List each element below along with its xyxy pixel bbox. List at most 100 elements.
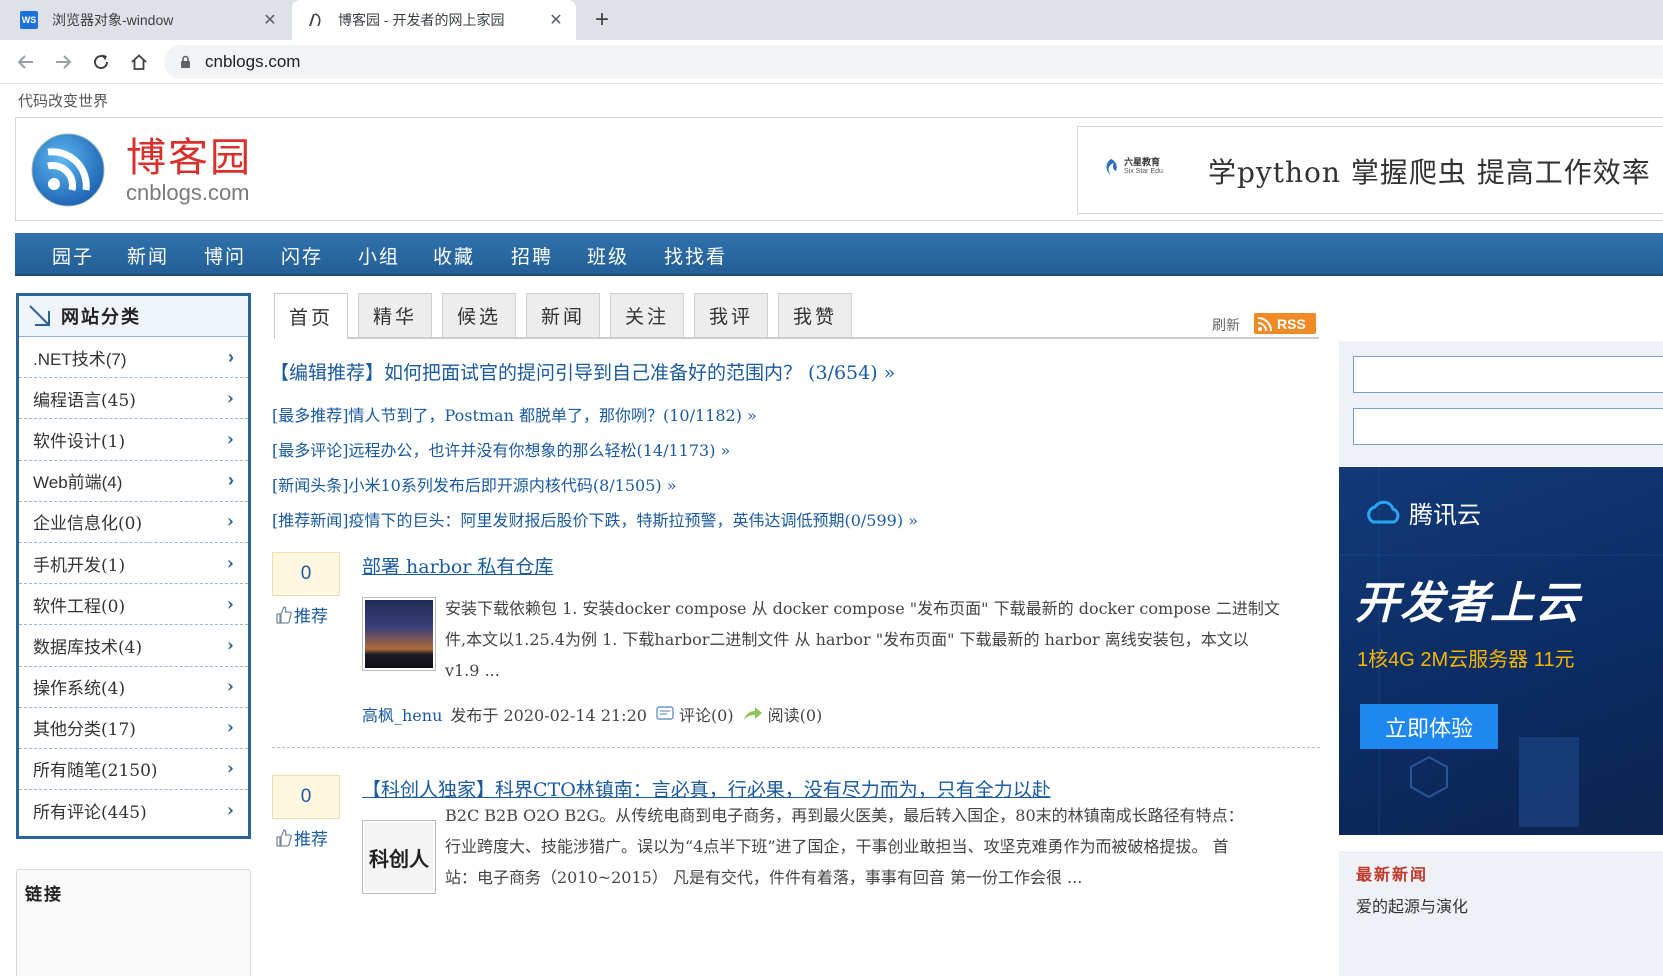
back-arrow-icon[interactable]	[13, 49, 39, 75]
reload-icon[interactable]	[88, 49, 114, 75]
post-summary: B2C B2B O2O B2G。从传统电商到电子商务，再到最火医美，最后转入国企…	[445, 806, 1244, 887]
chevron-right-icon: ›	[226, 428, 234, 450]
rss-button[interactable]: RSS	[1254, 313, 1316, 334]
author-avatar[interactable]: 科创人	[362, 820, 436, 894]
lock-icon	[181, 55, 190, 68]
browser-toolbar: cnblogs.com	[0, 40, 1663, 84]
main-nav: 园子 新闻 博问 闪存 小组 收藏 招聘 班级 找找看	[15, 233, 1663, 276]
chevron-right-icon: ›	[226, 552, 234, 574]
nav-groups[interactable]: 小组	[358, 242, 400, 269]
url-text: cnblogs.com	[205, 52, 301, 71]
browser-tab-bar: WS 浏览器对象-window ✕ 博客园 - 开发者的网上家园 ✕ +	[0, 0, 1663, 40]
nav-search[interactable]: 找找看	[664, 242, 727, 269]
category-item[interactable]: 所有随笔(2150) ›	[19, 749, 248, 791]
site-header: 博客园 cnblogs.com 六星教育 Six Star Edu 学pytho…	[15, 117, 1663, 221]
browser-tab-cnblogs[interactable]: 博客园 - 开发者的网上家园 ✕	[292, 0, 576, 40]
close-tab-icon[interactable]: ✕	[258, 10, 282, 30]
recommendation-link[interactable]: [新闻头条]小米10系列发布后即开源内核代码(8/1505) »	[272, 472, 677, 496]
close-tab-icon[interactable]: ✕	[544, 10, 568, 30]
category-title: 网站分类	[61, 307, 141, 328]
nav-flash[interactable]: 闪存	[281, 242, 323, 269]
post-author-link[interactable]: 高枫_henu	[362, 702, 442, 726]
comment-icon	[656, 706, 674, 720]
category-item[interactable]: 操作系统(4) ›	[19, 667, 248, 708]
author-avatar[interactable]	[362, 597, 436, 671]
post-comments-link[interactable]: 评论(0)	[679, 702, 734, 726]
cloud-icon	[1367, 500, 1400, 523]
address-bar[interactable]: cnblogs.com	[164, 45, 1663, 79]
post-summary: 安装下载依赖包 1. 安装docker compose 从 docker com…	[445, 599, 1280, 680]
ad-slogan: 开发者上云	[1355, 579, 1580, 628]
logo-english: cnblogs.com	[126, 180, 250, 205]
digg-count[interactable]: 0	[272, 775, 340, 819]
category-header: 网站分类	[19, 296, 248, 337]
latest-news-title: 最新新闻	[1356, 865, 1429, 884]
links-title: 链接	[25, 885, 63, 905]
tab-my-comments[interactable]: 我评	[694, 293, 768, 337]
recommend-button[interactable]: 推荐	[274, 825, 328, 850]
tab-featured[interactable]: 精华	[358, 293, 432, 337]
chevron-right-icon: ›	[226, 387, 234, 409]
category-item[interactable]: 企业信息化(0) ›	[19, 502, 248, 543]
digg-count[interactable]: 0	[272, 552, 340, 596]
site-slogan: 代码改变世界	[18, 92, 109, 110]
content-tabs: 首页 精华 候选 新闻 关注 我评 我赞	[274, 293, 1319, 340]
tab-following[interactable]: 关注	[610, 293, 684, 337]
recommendation-link[interactable]: [最多评论]远程办公，也许并没有你想象的那么轻松(14/1173) »	[272, 437, 730, 461]
chevron-right-icon: ›	[228, 470, 234, 491]
banner-brand: 六星教育 Six Star Edu	[1102, 157, 1163, 177]
nav-classes[interactable]: 班级	[587, 242, 629, 269]
recommend-button[interactable]: 推荐	[274, 602, 328, 627]
refresh-link[interactable]: 刷新	[1212, 315, 1240, 335]
category-item[interactable]: .NET技术(7) ›	[19, 337, 248, 379]
ad-spec: 1核4G 2M云服务器 11元	[1357, 649, 1575, 671]
web-page: 代码改变世界 博客园 cnblogs.com 六星教育 Six Star Edu	[0, 85, 1663, 976]
category-sidebar: 网站分类 .NET技术(7) › 编程语言(45) › 软件设计(1) › Web前端…	[16, 293, 251, 839]
rss-icon	[1257, 316, 1272, 331]
post-title-link[interactable]: 【科创人独家】科界CTO林镇南：言必真，行必果，没有尽力而为，只有全力以赴	[362, 775, 1051, 802]
thumb-up-icon	[276, 605, 292, 624]
home-icon[interactable]	[126, 49, 152, 75]
tab-home[interactable]: 首页	[274, 293, 348, 340]
browser-tab-window[interactable]: WS 浏览器对象-window ✕	[0, 0, 290, 40]
chevron-right-icon: ›	[226, 634, 234, 656]
nav-favorites[interactable]: 收藏	[433, 242, 475, 269]
nav-news[interactable]: 新闻	[127, 242, 169, 269]
tab-news[interactable]: 新闻	[526, 293, 600, 337]
tencent-cloud-logo: 腾讯云	[1363, 495, 1481, 530]
recommendation-link[interactable]: [最多推荐]情人节到了，Postman 都脱单了，那你咧？(10/1182) »	[272, 402, 757, 426]
new-tab-plus-icon[interactable]: +	[588, 6, 616, 34]
category-item[interactable]: 其他分类(17) ›	[19, 708, 248, 749]
category-item[interactable]: 软件工程(0) ›	[19, 584, 248, 626]
rss-logo-icon	[31, 133, 105, 207]
tab-my-likes[interactable]: 我赞	[778, 293, 852, 337]
site-logo[interactable]: 博客园 cnblogs.com	[30, 130, 260, 210]
forward-arrow-icon[interactable]	[50, 49, 76, 75]
tab-candidates[interactable]: 候选	[442, 293, 516, 337]
right-input-2[interactable]	[1353, 408, 1663, 445]
try-now-button[interactable]: 立即体验	[1360, 704, 1498, 749]
latest-news-panel: 最新新闻 爱的起源与演化	[1339, 851, 1663, 976]
right-input-1[interactable]	[1353, 356, 1663, 393]
header-ad-banner[interactable]: 六星教育 Six Star Edu 学python 掌握爬虫 提高工作效率	[1077, 126, 1663, 214]
tab-title: 博客园 - 开发者的网上家园	[338, 12, 505, 28]
category-item[interactable]: 软件设计(1) ›	[19, 419, 248, 461]
recommendation-link[interactable]: [推荐新闻]疫情下的巨头：阿里发财报后股价下跌，特斯拉预警，英伟达调低预期(0/…	[272, 507, 918, 531]
tencent-cloud-ad[interactable]: 腾讯云 开发者上云 1核4G 2M云服务器 11元 立即体验	[1339, 467, 1663, 835]
nav-jobs[interactable]: 招聘	[511, 242, 553, 269]
nav-yuanzi[interactable]: 园子	[52, 242, 94, 269]
post-title-link[interactable]: 部署 harbor 私有仓库	[362, 552, 553, 579]
nav-q-and-a[interactable]: 博问	[204, 242, 246, 269]
category-item[interactable]: 所有评论(445) ›	[19, 790, 248, 831]
post-reads-link[interactable]: 阅读(0)	[768, 702, 823, 726]
chevron-right-icon: ›	[226, 800, 234, 822]
ws-icon: WS	[20, 11, 38, 29]
cnblogs-icon	[309, 13, 321, 27]
latest-news-link[interactable]: 爱的起源与演化	[1356, 893, 1468, 917]
editor-pick-link[interactable]: 【编辑推荐】如何把面试官的提问引导到自己准备好的范围内？ (3/654) »	[270, 358, 895, 385]
category-item[interactable]: 数据库技术(4) ›	[19, 625, 248, 667]
category-item[interactable]: Web前端(4) ›	[19, 461, 248, 502]
category-item[interactable]: 编程语言(45) ›	[19, 378, 248, 420]
category-item[interactable]: 手机开发(1) ›	[19, 543, 248, 585]
post-separator	[272, 747, 1320, 748]
